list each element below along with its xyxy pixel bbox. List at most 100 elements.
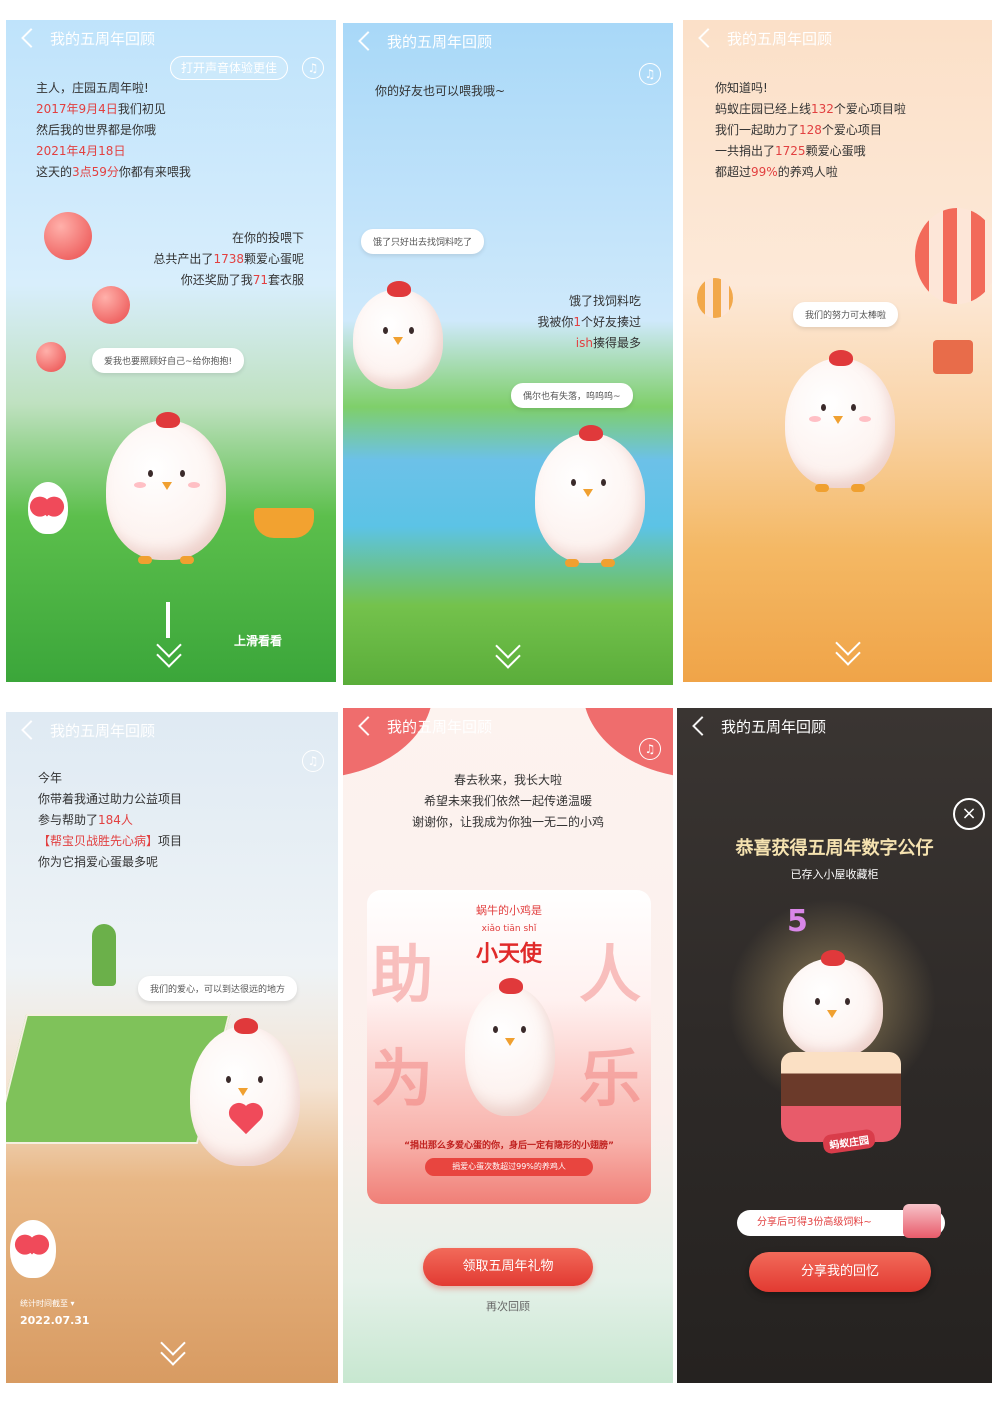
feed-bowl-icon (254, 508, 314, 538)
intro-text: 你知道吗! 蚂蚁庄园已经上线132个爱心项目啦 我们一起助力了128个爱心项目 … (715, 78, 906, 183)
close-icon[interactable]: × (953, 798, 985, 830)
mini-cake-icon (903, 1204, 941, 1238)
saved-text: 已存入小屋收藏柜 (790, 868, 879, 881)
stat-text: 捐爱心蛋次数超过99%的养鸡人 (452, 1162, 566, 1171)
header-title: 我的五周年回顾 (50, 29, 156, 48)
text-line: 然后我的世界都是你哦 (36, 123, 157, 137)
text-line: 总共产出了1738颗爱心蛋呢 (153, 252, 304, 266)
header: 我的五周年回顾 (677, 708, 992, 744)
egg-icon (10, 1220, 56, 1278)
hot-air-balloon-icon (697, 278, 733, 318)
chick-mascot (783, 950, 883, 1058)
back-icon[interactable] (358, 716, 378, 736)
back-icon[interactable] (21, 720, 41, 740)
text-line: 我被你1个好友揍过 (537, 315, 641, 329)
panel-6: 我的五周年回顾 × 恭喜获得五周年数字公仔 已存入小屋收藏柜 5 蚂蚁庄园 分享… (677, 708, 992, 1383)
panel-1: 我的五周年回顾 打开声音体验更佳 ♫ 主人，庄园五周年啦! 2017年9月4日我… (6, 20, 336, 682)
swipe-hint: 上滑看看 (234, 634, 283, 648)
text-line: 参与帮助了184人 (38, 813, 133, 827)
text-line: 2017年9月4日我们初见 (36, 102, 166, 116)
back-icon[interactable] (21, 28, 41, 48)
text-line: 蚂蚁庄园已经上线132个爱心项目啦 (715, 102, 906, 116)
balloon-five-icon: 5 (787, 904, 808, 939)
claim-gift-label: 领取五周年礼物 (462, 1259, 554, 1274)
header-title: 我的五周年回顾 (727, 29, 833, 48)
egg-icon (28, 482, 68, 534)
text-line: 你带着我通过助力公益项目 (38, 792, 183, 806)
speech-bubble: 爱我也要照顾好自己~给你抱抱! (92, 348, 245, 373)
claim-gift-button[interactable]: 领取五周年礼物 (423, 1248, 593, 1286)
text-line: 这天的3点59分你都有来喂我 (36, 165, 191, 179)
back-icon[interactable] (698, 28, 718, 48)
speech-bubble: 饿了只好出去找饲料吃了 (361, 229, 485, 254)
text-line: 希望未来我们依然一起传递温暖 (423, 794, 592, 808)
basket-icon (933, 340, 973, 374)
text-line: 你为它捐爱心蛋最多呢 (38, 855, 159, 869)
panel-2: 我的五周年回顾 ♫ 你的好友也可以喂我哦~ 饿了只好出去找饲料吃了 饿了找饲料吃… (343, 23, 673, 685)
back-icon[interactable] (692, 716, 712, 736)
share-memory-label: 分享我的回忆 (800, 1264, 879, 1279)
text-line: 主人，庄园五周年啦! (36, 81, 149, 95)
header-title: 我的五周年回顾 (387, 717, 493, 736)
bg-char: 为 (371, 1042, 434, 1115)
hot-air-balloon-icon (915, 208, 992, 304)
header-title: 我的五周年回顾 (50, 721, 156, 740)
header-title: 我的五周年回顾 (387, 32, 493, 51)
text-line: 饿了找饲料吃 (568, 294, 641, 308)
sound-tip-label: 打开声音体验更佳 (181, 61, 278, 75)
card-subtitle: 蜗牛的小鸡是 (476, 904, 542, 917)
header: 我的五周年回顾 (683, 20, 992, 56)
music-icon[interactable]: ♫ (302, 750, 324, 772)
chick-mascot (785, 350, 895, 492)
intro-text: 今年 你带着我通过助力公益项目 参与帮助了184人 【帮宝贝战胜先心病】项目 你… (38, 768, 182, 873)
header-title: 我的五周年回顾 (721, 717, 827, 736)
text-line: ish揍得最多 (575, 336, 641, 350)
text-line: 你还奖励了我71套衣服 (180, 273, 304, 287)
text-line: 一共捐出了1725颗爱心蛋哦 (715, 144, 866, 158)
panel-4: 我的五周年回顾 ♫ 今年 你带着我通过助力公益项目 参与帮助了184人 【帮宝贝… (6, 712, 338, 1383)
header: 我的五周年回顾 (343, 708, 673, 744)
speech-bubble: 偶尔也有失落，呜呜呜~ (511, 383, 633, 408)
chick-mascot (353, 281, 443, 389)
stats-text: 饿了找饲料吃 我被你1个好友揍过 ish揍得最多 (537, 291, 641, 354)
text-line: 你的好友也可以喂我哦~ (375, 84, 506, 98)
heart-balloon-icon (44, 212, 92, 260)
stat-pill: 捐爱心蛋次数超过99%的养鸡人 (425, 1158, 593, 1176)
chick-mascot (190, 1018, 300, 1166)
text-line: 2021年4月18日 (36, 144, 126, 158)
heart-balloon-icon (36, 342, 66, 372)
cake-icon (781, 1052, 901, 1142)
award-card: 蜗牛的小鸡是 xiǎo tiān shǐ 小天使 助 人 为 乐 “捐出那么多爱… (367, 890, 651, 1204)
text-line: 今年 (38, 771, 63, 785)
text-line: 【帮宝贝战胜先心病】项目 (38, 834, 183, 848)
speech-bubble: 我们的爱心，可以到达很远的地方 (138, 976, 298, 1001)
heart-balloon-icon (92, 286, 130, 324)
chick-mascot (465, 978, 555, 1116)
music-icon[interactable]: ♫ (639, 738, 661, 760)
stat-label[interactable]: 统计时间截至 ▾ (20, 1298, 75, 1309)
header: 我的五周年回顾 (6, 20, 336, 56)
intro-text: 春去秋来，我长大啦 希望未来我们依然一起传递温暖 谢谢你，让我成为你独一无二的小… (343, 770, 673, 833)
header: 我的五周年回顾 (343, 23, 673, 59)
bg-char: 助 (371, 938, 434, 1011)
share-tip-text: 分享后可得3份高级饲料~ (757, 1217, 872, 1228)
header: 我的五周年回顾 (6, 712, 338, 748)
intro-text: 主人，庄园五周年啦! 2017年9月4日我们初见 然后我的世界都是你哦 2021… (36, 78, 191, 183)
text-line: 你知道吗! (715, 81, 768, 95)
speech-bubble: 我们的努力可太棒啦 (793, 302, 899, 327)
panel-5: 我的五周年回顾 ♫ 春去秋来，我长大啦 希望未来我们依然一起传递温暖 谢谢你，让… (343, 708, 673, 1383)
share-memory-button[interactable]: 分享我的回忆 (749, 1252, 931, 1292)
quote: “捐出那么多爱心蛋的你，身后一定有隐形的小翅膀” (404, 1141, 614, 1151)
music-icon[interactable]: ♫ (639, 63, 661, 85)
music-icon[interactable]: ♫ (302, 57, 324, 79)
review-again-link[interactable]: 再次回顾 (343, 1298, 673, 1314)
stat-date: 2022.07.31 (20, 1314, 90, 1327)
stats-text: 在你的投喂下 总共产出了1738颗爱心蛋呢 你还奖励了我71套衣服 (153, 228, 304, 291)
text-line: 都超过99%的养鸡人啦 (715, 165, 838, 179)
back-icon[interactable] (358, 31, 378, 51)
text-line: 我们一起助力了128个爱心项目 (715, 123, 882, 137)
intro-text: 你的好友也可以喂我哦~ (375, 81, 505, 102)
bg-char: 乐 (578, 1042, 641, 1115)
cactus-icon (92, 924, 116, 986)
sound-tip-button[interactable]: 打开声音体验更佳 (170, 56, 289, 80)
